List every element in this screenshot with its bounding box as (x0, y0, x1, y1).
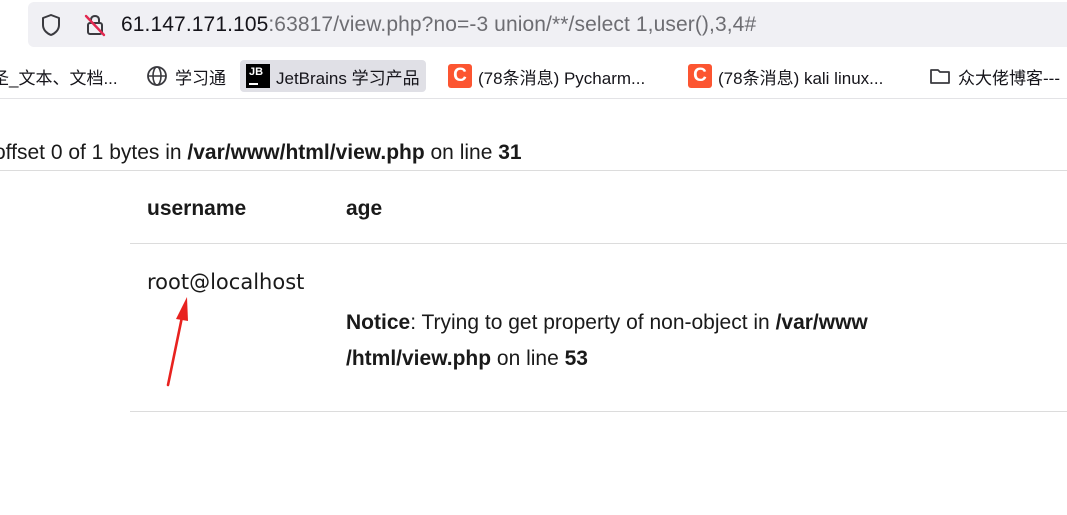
divider (0, 170, 1067, 171)
csdn-icon: C (688, 64, 712, 88)
php-warning: offset 0 of 1 bytes in /var/www/html/vie… (0, 140, 522, 166)
notice-text: : Trying to get property of non-object i… (410, 311, 776, 334)
bookmark-label: 众大佬博客--- (958, 68, 1060, 88)
shield-icon[interactable] (38, 12, 64, 38)
notice-mid: on line (491, 347, 565, 370)
page-content: offset 0 of 1 bytes in /var/www/html/vie… (0, 98, 1067, 515)
csdn-icon: C (448, 64, 472, 88)
notice-label: Notice (346, 311, 411, 334)
folder-icon (930, 69, 950, 84)
cell-username: root@localhost (147, 270, 305, 294)
bookmark-item[interactable]: C (78条消息) Pycharm... (448, 60, 645, 92)
notice-path-part-1: /var/www (775, 311, 868, 334)
url-path: :63817/view.php?no=-3 union/**/select 1,… (268, 13, 757, 36)
bookmark-item[interactable]: 圣_文本、文档... (0, 60, 118, 92)
bookmark-label: 学习通 (175, 68, 226, 88)
column-header-username: username (147, 197, 247, 220)
column-header-age: age (346, 197, 383, 220)
warning-line-number: 31 (498, 141, 522, 164)
notice-path-part-2: /html/view.php (346, 347, 492, 370)
php-notice: Notice: Trying to get property of non-ob… (346, 305, 986, 377)
bookmark-item[interactable]: 众大佬博客--- (928, 60, 1060, 92)
url-host: 61.147.171.105 (121, 13, 269, 36)
browser-toolbar: 61.147.171.105:63817/view.php?no=-3 unio… (0, 0, 1067, 56)
bookmark-label: 圣_文本、文档... (0, 68, 118, 88)
warning-mid: on line (424, 141, 499, 164)
bookmark-label: JetBrains 学习产品 (276, 68, 420, 88)
url-text[interactable]: 61.147.171.105:63817/view.php?no=-3 unio… (121, 12, 756, 38)
table-header-divider (130, 243, 1067, 244)
warning-path: /var/www/html/view.php (187, 141, 425, 164)
bookmark-item[interactable]: C (78条消息) kali linux... (688, 60, 883, 92)
table-row-divider (130, 411, 1067, 412)
bookmark-label: (78条消息) kali linux... (718, 68, 884, 88)
red-annotation-arrow (166, 297, 188, 387)
notice-line-number: 53 (564, 347, 588, 370)
bookmark-item[interactable]: 学习通 (145, 60, 226, 92)
bookmark-item[interactable]: JB JetBrains 学习产品 (240, 60, 426, 92)
bookmarks-toolbar: 圣_文本、文档... 学习通 JB JetBrains 学习产品 C (78条消… (0, 56, 1067, 99)
insecure-lock-icon[interactable] (82, 12, 108, 38)
jetbrains-icon: JB (246, 64, 270, 88)
bookmark-label: (78条消息) Pycharm... (478, 68, 646, 88)
warning-prefix: offset 0 of 1 bytes in (0, 141, 188, 164)
globe-icon (147, 66, 167, 86)
